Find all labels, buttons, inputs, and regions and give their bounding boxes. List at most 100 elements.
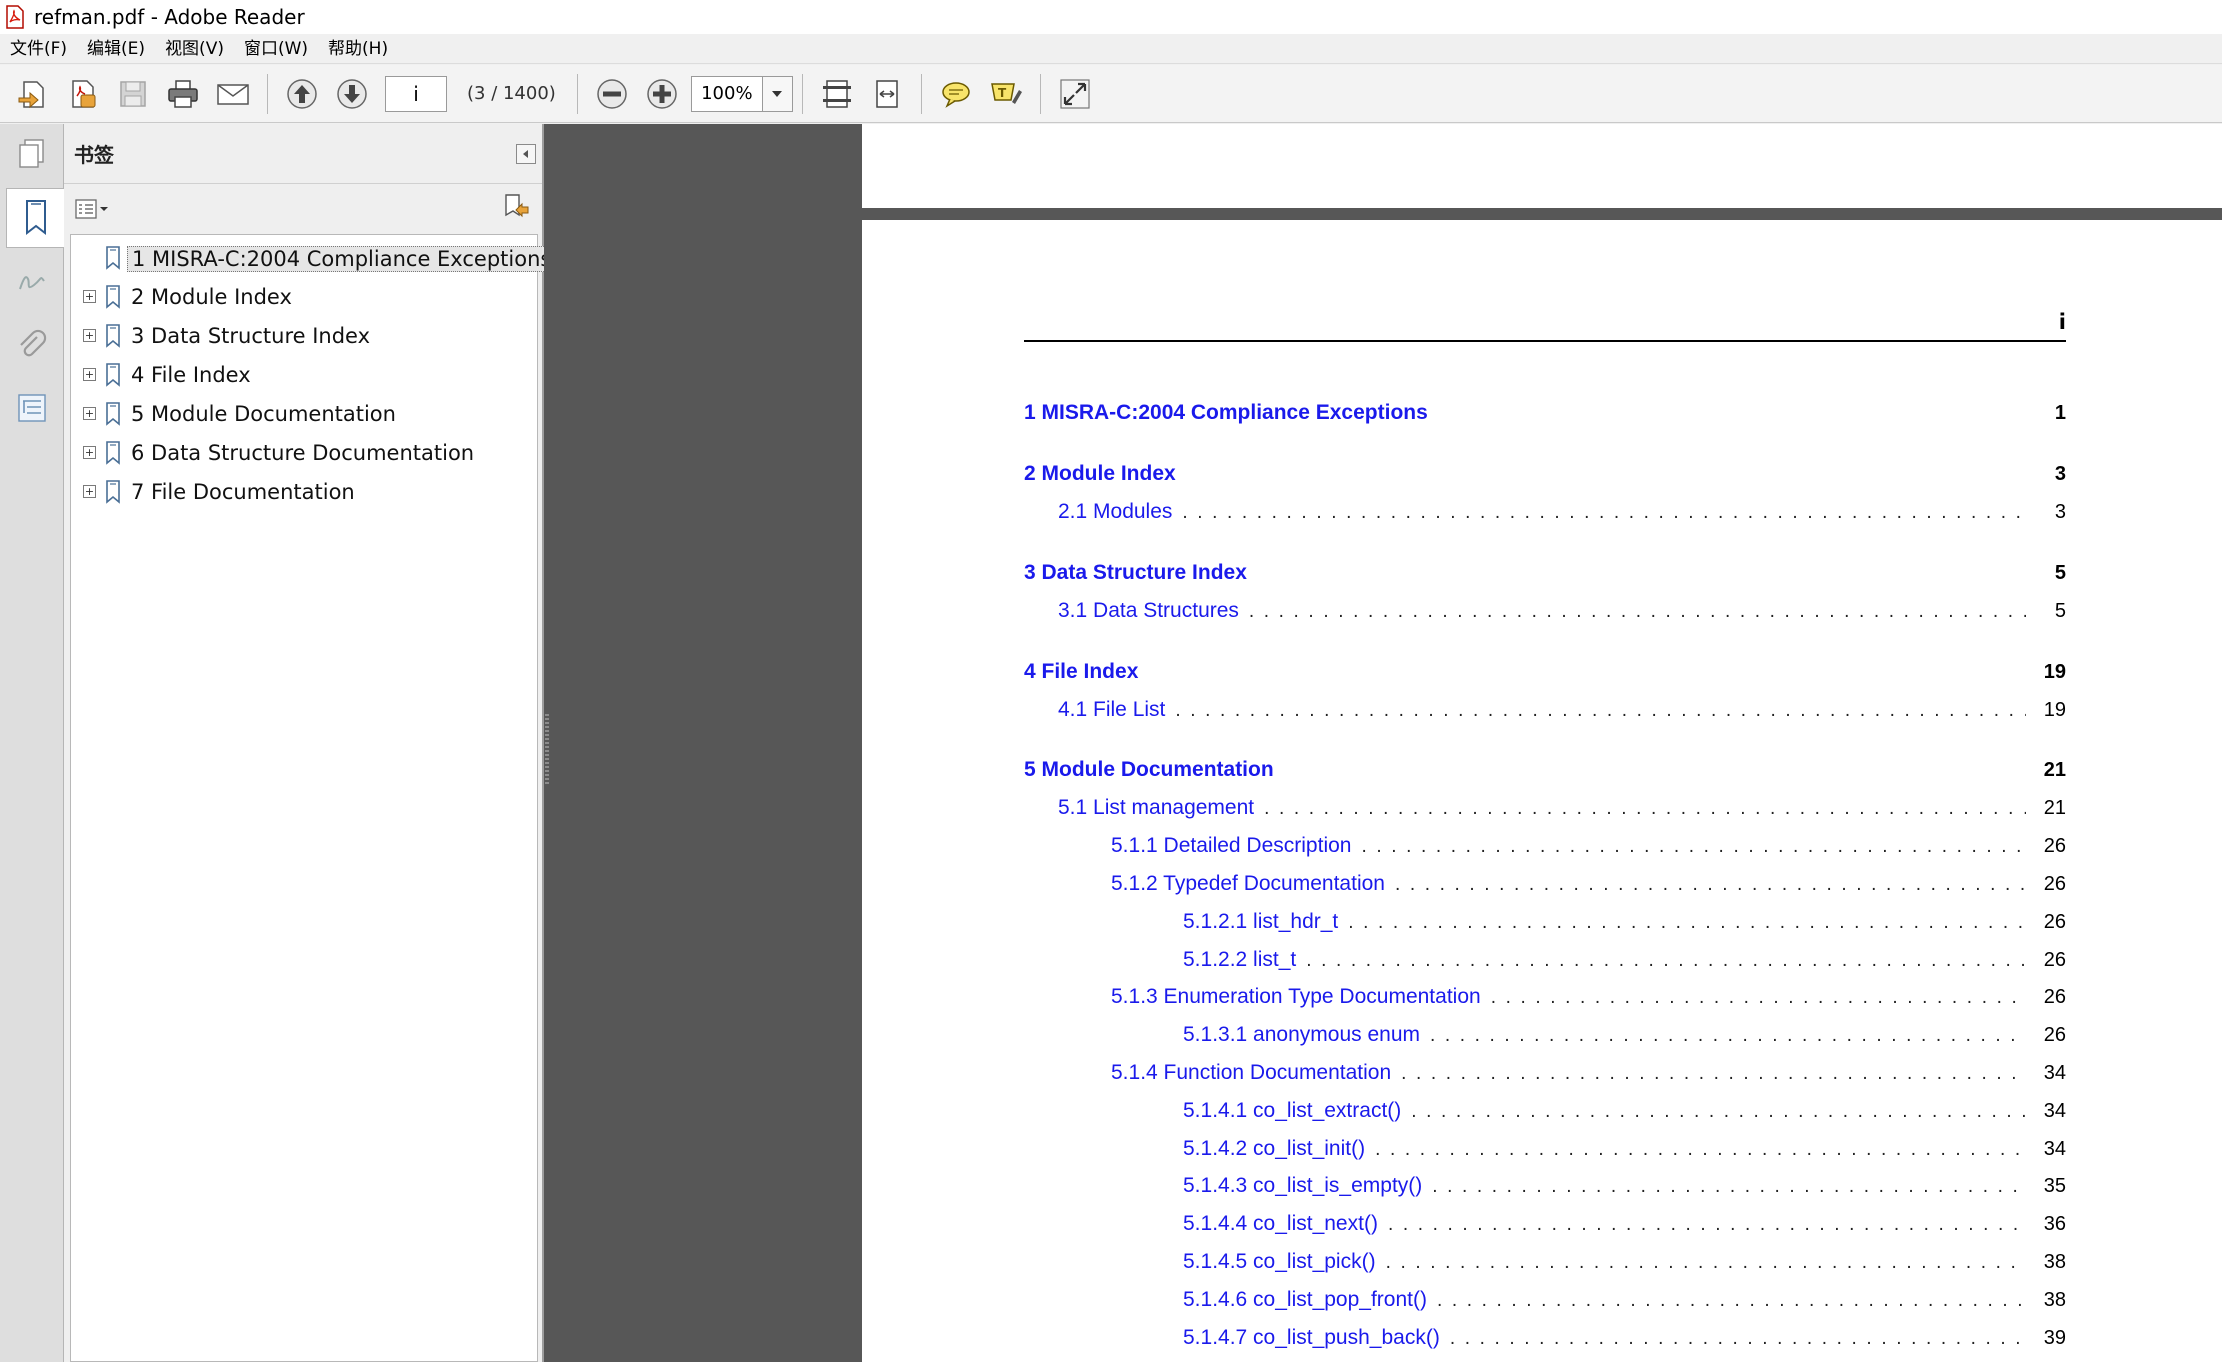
toc-entry-title[interactable]: 5.1.3.1 anonymous enum	[1183, 1023, 1420, 1047]
toc-entry[interactable]: 3 Data Structure Index 5	[1024, 561, 2066, 591]
toc-entry[interactable]: 5.1.3.1 anonymous enum..................…	[1183, 1023, 2066, 1053]
toc-entry[interactable]: 5.1.1 Detailed Description..............…	[1111, 834, 2066, 864]
toc-entry[interactable]: 5.1.4.4 co_list_next()..................…	[1183, 1212, 2066, 1242]
create-pdf-button[interactable]	[61, 72, 105, 116]
toc-entry[interactable]: 2 Module Index 3	[1024, 462, 2066, 492]
toc-entry-title[interactable]: 5.1.4.2 co_list_init()	[1183, 1137, 1365, 1161]
bookmark-item[interactable]: 1 MISRA-C:2004 Compliance Exceptions	[71, 243, 557, 282]
next-page-button[interactable]	[330, 72, 374, 116]
toc-entry[interactable]: 5.1.2.1 list_hdr_t......................…	[1183, 910, 2066, 940]
toc-entry[interactable]: 2.1 Modules.............................…	[1058, 500, 2066, 530]
toc-entry-title[interactable]: 5.1.4.5 co_list_pick()	[1183, 1250, 1376, 1274]
bookmark-item[interactable]: +3 Data Structure Index	[71, 321, 537, 360]
open-button[interactable]	[11, 72, 55, 116]
email-button[interactable]	[211, 72, 255, 116]
toc-entry-title[interactable]: 5.1.4.7 co_list_push_back()	[1183, 1326, 1440, 1350]
page-number-input[interactable]	[385, 75, 447, 112]
fit-page-button[interactable]	[815, 72, 859, 116]
expand-plus-icon[interactable]: +	[83, 407, 96, 420]
toc-page-number: 26	[2043, 986, 2066, 1009]
zoom-in-button[interactable]	[640, 72, 684, 116]
bookmark-item[interactable]: +2 Module Index	[71, 282, 537, 321]
menu-edit[interactable]: 编辑(E)	[77, 34, 155, 64]
fullscreen-button[interactable]	[1053, 72, 1097, 116]
toc-entry[interactable]: 5.1.4 Function Documentation............…	[1111, 1061, 2066, 1091]
toc-entry-title[interactable]: 5.1.1 Detailed Description	[1111, 834, 1351, 858]
page-thumbnails-button[interactable]	[10, 132, 54, 176]
toc-entry-title[interactable]: 5.1.4.3 co_list_is_empty()	[1183, 1174, 1422, 1198]
toc-entry[interactable]: 5.1.4.3 co_list_is_empty()..............…	[1183, 1174, 2066, 1204]
toc-entry-title[interactable]: 1 MISRA-C:2004 Compliance Exceptions	[1024, 401, 1428, 425]
toc-entry-title[interactable]: 3.1 Data Structures	[1058, 599, 1239, 623]
zoom-out-button[interactable]	[590, 72, 634, 116]
expand-plus-icon[interactable]: +	[83, 329, 96, 342]
splitter-grip[interactable]	[545, 714, 549, 784]
zoom-select[interactable]	[690, 75, 793, 112]
toc-entry[interactable]: 5.1 List management.....................…	[1058, 796, 2066, 826]
toc-entry-title[interactable]: 3 Data Structure Index	[1024, 561, 1247, 585]
toc-entry[interactable]: 4.1 File List...........................…	[1058, 698, 2066, 728]
bookmark-item[interactable]: +7 File Documentation	[71, 477, 537, 516]
toc-entry-title[interactable]: 5.1.4 Function Documentation	[1111, 1061, 1391, 1085]
document-view[interactable]: i 1 MISRA-C:2004 Compliance Exceptions 1 2…	[550, 124, 2222, 1362]
options-button[interactable]	[74, 196, 110, 222]
toc-entry-title[interactable]: 2 Module Index	[1024, 462, 1176, 486]
bookmark-item[interactable]: +6 Data Structure Documentation	[71, 438, 537, 477]
layers-button[interactable]	[10, 386, 54, 430]
toc-entry[interactable]: 5.1.2.2 list_t..........................…	[1183, 948, 2066, 978]
toc-dot-leader: ........................................…	[1264, 798, 2026, 820]
menu-bar: 文件(F) 编辑(E) 视图(V) 窗口(W) 帮助(H)	[0, 34, 2222, 64]
attachments-button[interactable]	[10, 324, 54, 368]
toc-entry[interactable]: 5.1.4.1 co_list_extract()...............…	[1183, 1099, 2066, 1129]
previous-page	[862, 124, 2222, 208]
toc-entry[interactable]: 4 File Index 19	[1024, 660, 2066, 690]
zoom-dropdown-button[interactable]	[761, 76, 792, 111]
toc-entry[interactable]: 5.1.4.5 co_list_pick()..................…	[1183, 1250, 2066, 1280]
toc-entry-title[interactable]: 5.1.4.1 co_list_extract()	[1183, 1099, 1401, 1123]
highlight-button[interactable]: T	[984, 72, 1028, 116]
signatures-button[interactable]	[10, 260, 54, 304]
header-rule	[1024, 340, 2066, 342]
save-button[interactable]	[111, 72, 155, 116]
toc-entry-title[interactable]: 5.1 List management	[1058, 796, 1254, 820]
menu-window[interactable]: 窗口(W)	[234, 34, 318, 64]
expand-plus-icon[interactable]: +	[83, 368, 96, 381]
toc-entry-title[interactable]: 5.1.2.2 list_t	[1183, 948, 1296, 972]
menu-view[interactable]: 视图(V)	[155, 34, 234, 64]
toc-entry[interactable]: 1 MISRA-C:2004 Compliance Exceptions 1	[1024, 401, 2066, 431]
toc-entry-title[interactable]: 5 Module Documentation	[1024, 758, 1274, 782]
toc-entry-title[interactable]: 5.1.3 Enumeration Type Documentation	[1111, 985, 1481, 1009]
bookmark-icon	[106, 480, 120, 504]
toc-entry[interactable]: 5.1.3 Enumeration Type Documentation....…	[1111, 985, 2066, 1015]
toc-entry[interactable]: 5.1.2 Typedef Documentation.............…	[1111, 872, 2066, 902]
previous-page-button[interactable]	[280, 72, 324, 116]
toc-entry[interactable]: 5.1.4.2 co_list_init()..................…	[1183, 1137, 2066, 1167]
collapse-panel-button[interactable]	[516, 143, 536, 164]
zoom-input[interactable]	[691, 76, 762, 111]
menu-file[interactable]: 文件(F)	[0, 34, 77, 64]
toc-entry[interactable]: 3.1 Data Structures.....................…	[1058, 599, 2066, 629]
menu-help[interactable]: 帮助(H)	[318, 34, 398, 64]
toc-entry-title[interactable]: 5.1.2.1 list_hdr_t	[1183, 910, 1338, 934]
expand-plus-icon[interactable]: +	[83, 290, 96, 303]
toc-entry-title[interactable]: 5.1.2 Typedef Documentation	[1111, 872, 1385, 896]
fit-width-button[interactable]	[865, 72, 909, 116]
toc-entry-title[interactable]: 2.1 Modules	[1058, 500, 1172, 524]
bookmark-item[interactable]: +5 Module Documentation	[71, 399, 537, 438]
expand-plus-icon[interactable]: +	[83, 446, 96, 459]
page-count-label: (3 / 1400)	[467, 83, 556, 104]
bookmark-item[interactable]: +4 File Index	[71, 360, 537, 399]
bookmarks-panel-button[interactable]	[6, 188, 64, 248]
toc-entry-title[interactable]: 4 File Index	[1024, 660, 1138, 684]
toc-page-number: 5	[2054, 561, 2066, 584]
toc-entry-title[interactable]: 5.1.4.4 co_list_next()	[1183, 1212, 1378, 1236]
comment-button[interactable]	[934, 72, 978, 116]
expand-bookmark-button[interactable]	[500, 192, 530, 226]
toc-entry-title[interactable]: 4.1 File List	[1058, 698, 1165, 722]
expand-plus-icon[interactable]: +	[83, 485, 96, 498]
toc-entry[interactable]: 5.1.4.7 co_list_push_back().............…	[1183, 1326, 2066, 1356]
toc-entry[interactable]: 5 Module Documentation 21	[1024, 758, 2066, 788]
print-button[interactable]	[161, 72, 205, 116]
toc-entry-title[interactable]: 5.1.4.6 co_list_pop_front()	[1183, 1288, 1427, 1312]
toc-entry[interactable]: 5.1.4.6 co_list_pop_front().............…	[1183, 1288, 2066, 1318]
